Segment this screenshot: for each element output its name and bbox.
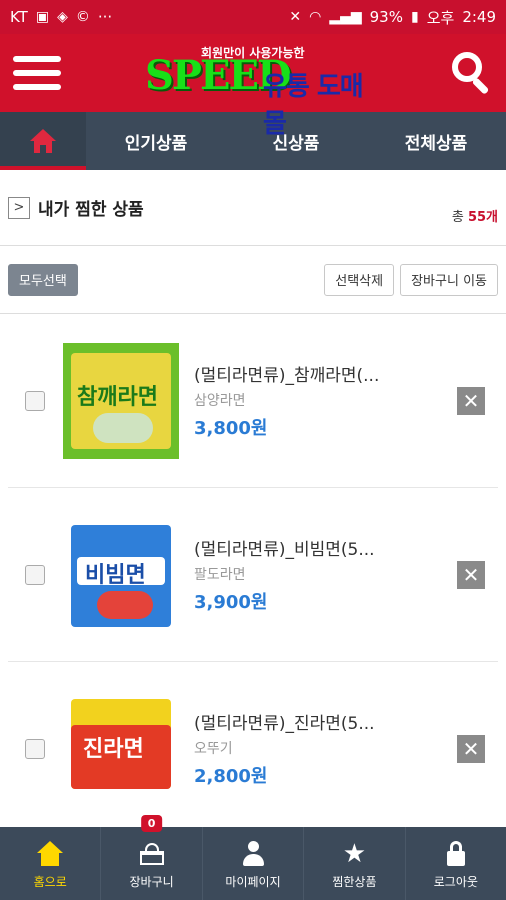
home-icon [37, 841, 64, 867]
lock-icon [443, 841, 469, 867]
product-thumbnail[interactable]: 참깨라면 [63, 342, 179, 459]
hamburger-menu-button[interactable] [0, 34, 74, 112]
product-thumbnail[interactable]: 진라면 [63, 691, 179, 807]
count-prefix: 총 [451, 210, 464, 225]
chevron-right-icon[interactable]: > [8, 196, 30, 219]
image-icon: ▣ [35, 9, 50, 25]
clock-time: 2:49 [462, 8, 496, 26]
product-info[interactable]: (멀티라면류)_참깨라면(... 삼양라면 3,800원 [194, 361, 434, 440]
tab-popular[interactable]: 인기상품 [86, 112, 226, 170]
cart-count-badge: 0 [140, 815, 163, 832]
status-bar: KT ▣ ◈ © ··· ✕ ◠ ▂▄▆ 93% ▮ 오후 2:49 [0, 0, 506, 34]
bottom-tab-wish[interactable]: ★ 찜한상품 [304, 827, 406, 900]
bottom-tab-home[interactable]: 홈으로 [0, 827, 102, 900]
product-name: (멀티라면류)_참깨라면(... [194, 366, 380, 386]
page-title: 내가 찜한 상품 [38, 200, 144, 220]
list-item: 비빔면 (멀티라면류)_비빔면(5... 팔도라면 3,900원 ✕ [8, 488, 498, 662]
product-price: 3,800원 [194, 418, 268, 439]
basket-icon [139, 841, 165, 867]
item-checkbox[interactable] [25, 390, 45, 411]
mute-icon: ✕ [289, 9, 302, 25]
move-to-cart-button[interactable]: 장바구니 이동 [400, 263, 498, 296]
product-brand: 삼양라면 [194, 393, 246, 409]
product-brand: 팔도라면 [194, 567, 246, 583]
list-toolbar: 모두선택 선택삭제 장바구니 이동 [0, 246, 506, 314]
count-number: 55 [467, 210, 487, 225]
bottom-tab-bar: 홈으로 0 장바구니 마이페이지 ★ 찜한상품 로그아웃 [0, 815, 506, 900]
bottom-tab-logout-label: 로그아웃 [433, 875, 478, 889]
product-price: 3,900원 [194, 592, 268, 613]
tab-all[interactable]: 전체상품 [366, 112, 506, 170]
wishlist-list: 참깨라면 (멀티라면류)_참깨라면(... 삼양라면 3,800원 ✕ 비빔면 … [0, 314, 506, 836]
bottom-tab-wish-label: 찜한상품 [332, 875, 377, 889]
delete-icon[interactable]: ✕ [457, 386, 485, 415]
wishlist-count: 총 55개 [452, 206, 498, 225]
c-icon: © [75, 9, 90, 25]
hamburger-bar [13, 56, 61, 62]
count-suffix: 개 [486, 210, 498, 225]
tab-home[interactable] [0, 112, 86, 170]
delete-icon[interactable]: ✕ [457, 734, 485, 763]
product-name: (멀티라면류)_진라면(5... [194, 714, 375, 734]
home-icon [30, 129, 56, 153]
bottom-tab-mypage-label: 마이페이지 [225, 875, 281, 889]
product-package-label: 비빔면 [85, 562, 146, 588]
item-checkbox[interactable] [25, 738, 45, 759]
bottom-tab-home-label: 홈으로 [33, 875, 67, 889]
list-item: 진라면 (멀티라면류)_진라면(5... 오뚜기 2,800원 ✕ [8, 662, 498, 836]
product-price: 2,800원 [194, 766, 268, 787]
clock-ampm: 오후 [426, 8, 455, 27]
wishlist-header: > 내가 찜한 상품 총 55개 [0, 170, 506, 246]
select-all-button[interactable]: 모두선택 [8, 263, 78, 296]
bottom-tab-logout[interactable]: 로그아웃 [406, 827, 506, 900]
product-package-label: 참깨라면 [77, 384, 158, 410]
bottom-tab-mypage[interactable]: 마이페이지 [203, 827, 305, 900]
delete-selected-button[interactable]: 선택삭제 [324, 263, 395, 296]
app-header: 회원만이 사용가능한 SPEED 유통 도매몰 [0, 34, 506, 139]
bottom-tab-cart-label: 장바구니 [129, 875, 174, 889]
battery-icon: ▮ [410, 9, 419, 25]
product-package-label: 진라면 [83, 736, 144, 762]
signal-icon: ▂▄▆ [329, 9, 362, 25]
user-icon [240, 841, 266, 867]
more-notifications: ··· [97, 8, 113, 26]
battery-level: 93% [369, 8, 403, 26]
bottom-tab-cart[interactable]: 0 장바구니 [101, 815, 203, 900]
list-item: 참깨라면 (멀티라면류)_참깨라면(... 삼양라면 3,800원 ✕ [8, 314, 498, 488]
product-brand: 오뚜기 [194, 741, 233, 757]
tab-new[interactable]: 신상품 [226, 112, 366, 170]
item-checkbox[interactable] [25, 564, 45, 585]
carrier-label: KT [10, 8, 28, 26]
wifi-icon: ◠ [309, 9, 322, 25]
product-info[interactable]: (멀티라면류)_진라면(5... 오뚜기 2,800원 [194, 709, 434, 788]
hamburger-bar [13, 70, 61, 76]
logo[interactable]: 회원만이 사용가능한 SPEED 유통 도매몰 [145, 44, 380, 139]
product-thumbnail[interactable]: 비빔면 [63, 517, 179, 633]
product-info[interactable]: (멀티라면류)_비빔면(5... 팔도라면 3,900원 [194, 535, 434, 614]
category-nav: 인기상품 신상품 전체상품 [0, 112, 506, 170]
delete-icon[interactable]: ✕ [457, 560, 485, 589]
search-icon[interactable] [450, 50, 494, 95]
star-icon: ★ [342, 839, 367, 869]
product-name: (멀티라면류)_비빔면(5... [194, 540, 375, 560]
hamburger-bar [13, 84, 61, 90]
pill-icon: ◈ [57, 9, 68, 25]
